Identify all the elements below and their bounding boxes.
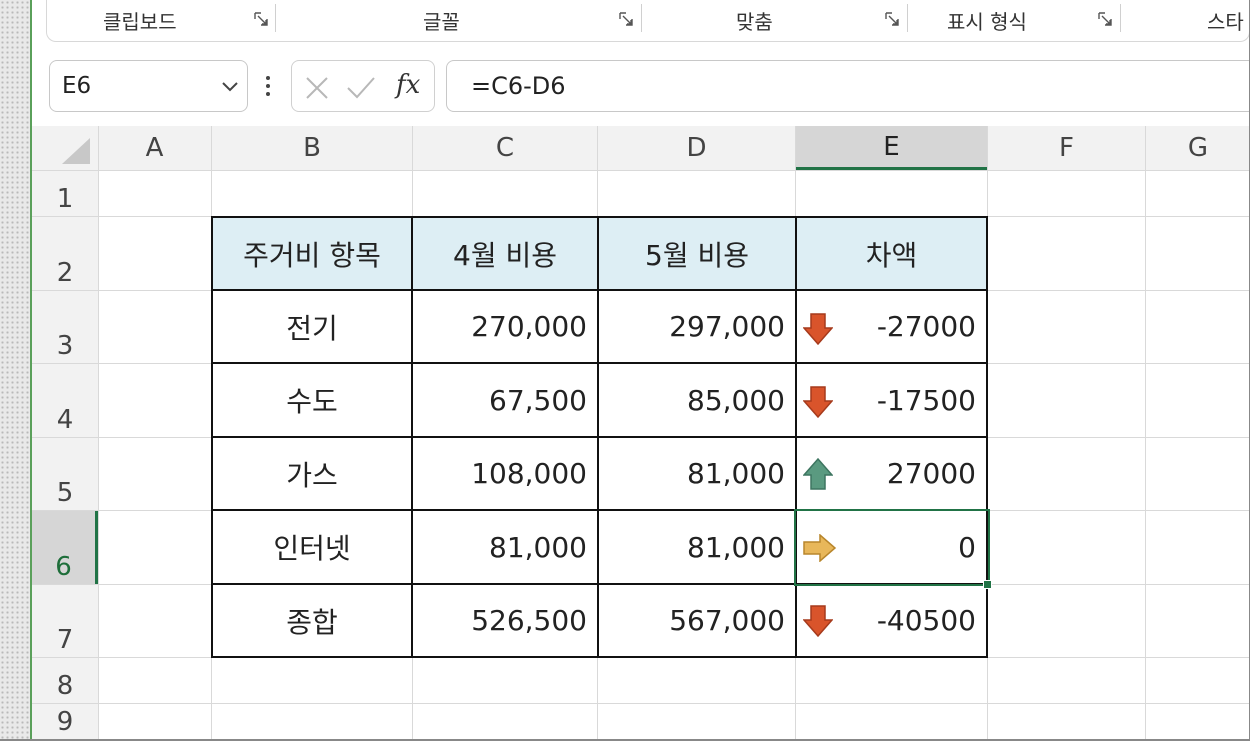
table-cell-item[interactable]: 가스 xyxy=(213,438,413,511)
table-cell-april[interactable]: 67,500 xyxy=(413,364,599,438)
select-all-button[interactable] xyxy=(32,126,98,170)
ribbon-separator xyxy=(907,4,908,32)
column-header-b[interactable]: B xyxy=(212,126,412,170)
column-header-d[interactable]: D xyxy=(598,126,795,170)
cost-table: 주거비 항목 4월 비용 5월 비용 차액 전기 270,000 297,000… xyxy=(211,216,988,658)
table-cell-item[interactable]: 인터넷 xyxy=(213,511,413,585)
table-cell-april[interactable]: 270,000 xyxy=(413,291,599,364)
row-header-8[interactable]: 8 xyxy=(32,658,98,703)
table-cell-april[interactable]: 526,500 xyxy=(413,585,599,656)
table-cell-item[interactable]: 전기 xyxy=(213,291,413,364)
insert-function-icon[interactable]: fx xyxy=(396,70,420,100)
worksheet-grid: A B C D E F G 1 2 3 4 5 6 7 8 9 주거비 항목 4… xyxy=(32,126,1250,741)
table-cell-april[interactable]: 81,000 xyxy=(413,511,599,585)
ribbon-separator xyxy=(1120,4,1121,32)
table-cell-may[interactable]: 81,000 xyxy=(599,511,797,585)
table-cell-item[interactable]: 종합 xyxy=(213,585,413,656)
name-box-value: E6 xyxy=(62,73,92,99)
table-header-april[interactable]: 4월 비용 xyxy=(413,218,599,291)
ribbon-separator xyxy=(275,4,276,32)
table-header-diff[interactable]: 차액 xyxy=(797,218,986,291)
red-down-arrow-icon xyxy=(803,605,833,637)
fill-handle[interactable] xyxy=(983,580,992,589)
formula-buttons: fx xyxy=(291,60,435,112)
table-cell-may[interactable]: 567,000 xyxy=(599,585,797,656)
formula-input[interactable]: =C6-D6 xyxy=(446,60,1250,112)
column-header-a[interactable]: A xyxy=(98,126,211,170)
table-cell-item[interactable]: 수도 xyxy=(213,364,413,438)
gridline xyxy=(32,703,1250,704)
table-cell-may[interactable]: 81,000 xyxy=(599,438,797,511)
active-cell-selection[interactable] xyxy=(794,509,990,586)
ribbon-separator xyxy=(641,4,642,32)
ribbon-group-alignment[interactable]: 맞춤 xyxy=(736,6,773,35)
ribbon-group-font[interactable]: 글꼴 xyxy=(423,6,460,35)
column-header-f[interactable]: F xyxy=(988,126,1145,170)
diff-value: -17500 xyxy=(876,383,976,417)
clipboard-dialog-launcher-icon[interactable] xyxy=(254,12,268,26)
ribbon-group-styles[interactable]: 스타 xyxy=(1207,6,1244,35)
row-header-3[interactable]: 3 xyxy=(32,291,98,363)
red-down-arrow-icon xyxy=(803,386,833,418)
table-cell-diff[interactable]: -27000 xyxy=(797,291,986,364)
table-cell-diff[interactable]: -17500 xyxy=(797,364,986,438)
chevron-down-icon[interactable] xyxy=(221,79,239,93)
row-header-2[interactable]: 2 xyxy=(32,217,98,290)
row-header-4[interactable]: 4 xyxy=(32,364,98,437)
table-cell-diff[interactable]: -40500 xyxy=(797,585,986,656)
row-header-7[interactable]: 7 xyxy=(32,585,98,657)
enter-check-icon[interactable] xyxy=(346,75,376,101)
row-header-1[interactable]: 1 xyxy=(32,171,98,216)
diff-value: -27000 xyxy=(876,310,976,343)
diff-value: -40500 xyxy=(876,604,976,637)
green-up-arrow-icon xyxy=(803,458,833,490)
ribbon-group-number-format[interactable]: 표시 형식 xyxy=(947,6,1027,35)
gridline xyxy=(1145,126,1146,741)
ribbon-group-bar: 클립보드 글꼴 맞춤 표시 형식 스타 xyxy=(46,0,1250,42)
alignment-dialog-launcher-icon[interactable] xyxy=(885,12,899,26)
gridline xyxy=(98,126,99,741)
row-header-5[interactable]: 5 xyxy=(32,438,98,510)
table-header-may[interactable]: 5월 비용 xyxy=(599,218,797,291)
number-format-dialog-launcher-icon[interactable] xyxy=(1098,12,1112,26)
name-box[interactable]: E6 xyxy=(49,60,248,112)
table-cell-april[interactable]: 108,000 xyxy=(413,438,599,511)
red-down-arrow-icon xyxy=(803,313,833,345)
column-header-e[interactable]: E xyxy=(796,126,987,170)
formula-text: =C6-D6 xyxy=(471,72,566,100)
diff-value: 27000 xyxy=(886,457,976,490)
column-header-c[interactable]: C xyxy=(413,126,597,170)
table-header-item[interactable]: 주거비 항목 xyxy=(213,218,413,291)
table-cell-may[interactable]: 297,000 xyxy=(599,291,797,364)
more-options-icon[interactable] xyxy=(263,74,273,98)
column-header-g[interactable]: G xyxy=(1146,126,1250,170)
table-cell-diff[interactable]: 27000 xyxy=(797,438,986,511)
ribbon-group-clipboard[interactable]: 클립보드 xyxy=(103,6,177,35)
row-header-6[interactable]: 6 xyxy=(32,511,98,584)
gridline xyxy=(32,170,1250,171)
row-header-9[interactable]: 9 xyxy=(32,704,98,741)
window-left-edge xyxy=(0,0,30,741)
table-cell-may[interactable]: 85,000 xyxy=(599,364,797,438)
font-dialog-launcher-icon[interactable] xyxy=(619,12,633,26)
cancel-icon[interactable] xyxy=(304,75,330,101)
